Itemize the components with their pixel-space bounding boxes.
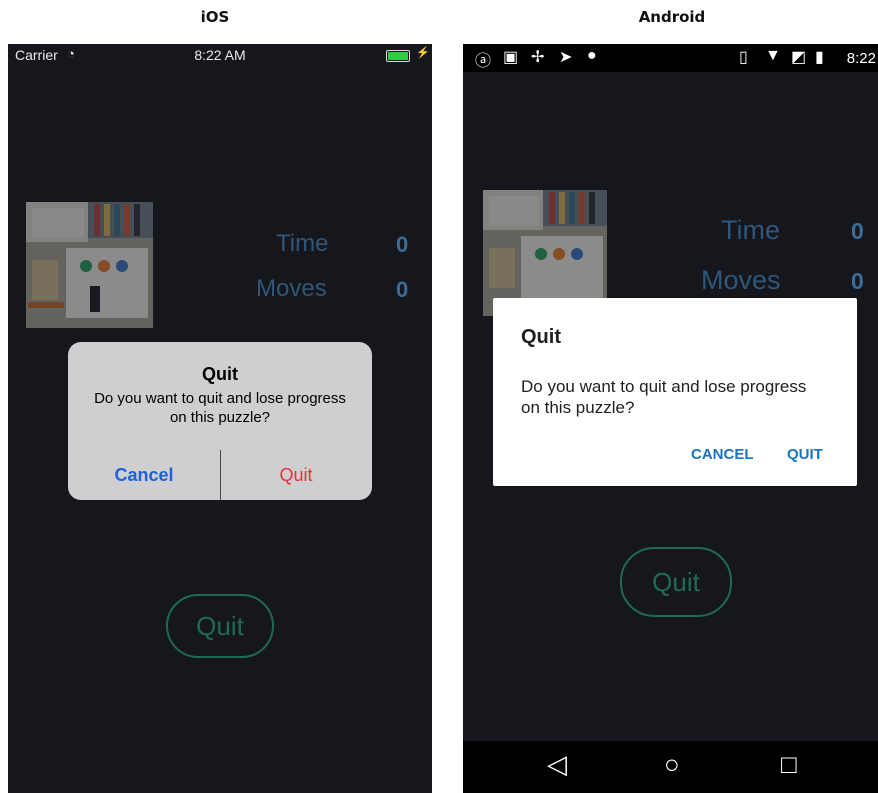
charging-bolt-icon: ⚡	[416, 47, 430, 59]
android-caption: Android	[638, 8, 706, 26]
image-icon: ▣	[503, 49, 519, 66]
time-value: 0	[396, 232, 409, 257]
android-status-bar: ⓐ ▣ ✢ ➤ ● ▯ ▼ ◩ ▮ 8:22	[463, 44, 878, 72]
vibrate-icon: ▯	[739, 49, 748, 66]
status-time: 8:22	[846, 50, 876, 67]
no-sim-icon: ◩	[791, 49, 807, 66]
pinwheel-icon: ✢	[531, 49, 545, 66]
moves-value: 0	[396, 277, 409, 302]
ios-caption: iOS	[200, 8, 230, 26]
time-value: 0	[851, 218, 864, 244]
quit-button[interactable]: Quit	[166, 594, 274, 658]
confirm-quit-button[interactable]: Quit	[220, 450, 372, 500]
battery-charging-icon	[386, 50, 410, 62]
android-icon: ●	[587, 47, 597, 64]
home-icon[interactable]: ○	[664, 749, 680, 780]
ios-status-bar: Carrier ◔ 8:22 AM ⚡	[8, 44, 432, 68]
moves-label: Moves	[256, 275, 327, 302]
alert-message: Do you want to quit and lose progress on…	[94, 390, 346, 426]
ios-screen: Carrier ◔ 8:22 AM ⚡ Time 0 Moves 0 Quit	[8, 44, 432, 793]
android-quit-dialog: Quit Do you want to quit and lose progre…	[493, 298, 857, 486]
alert-title: Quit	[202, 364, 238, 384]
moves-label: Moves	[701, 265, 781, 295]
dialog-message: Do you want to quit and lose progress on…	[521, 377, 807, 417]
time-label: Time	[276, 230, 329, 257]
quit-button[interactable]: Quit	[620, 547, 732, 617]
dialog-title: Quit	[521, 326, 561, 348]
recents-icon[interactable]: □	[781, 749, 797, 780]
app-icon: ⓐ	[475, 53, 492, 70]
confirm-quit-button[interactable]: QUIT	[787, 446, 823, 463]
android-nav-bar: ◁ ○ □	[463, 741, 878, 793]
back-icon[interactable]: ◁	[547, 749, 567, 780]
cancel-button[interactable]: CANCEL	[691, 446, 754, 463]
battery-charging-icon: ▮	[815, 49, 824, 66]
moves-value: 0	[851, 268, 864, 294]
ios-quit-alert: Quit Do you want to quit and lose progre…	[68, 342, 372, 500]
send-icon: ➤	[559, 49, 573, 66]
time-label: Time	[721, 215, 780, 245]
status-time: 8:22 AM	[194, 47, 246, 63]
cancel-button[interactable]: Cancel	[68, 450, 220, 500]
android-screen: ⓐ ▣ ✢ ➤ ● ▯ ▼ ◩ ▮ 8:22 Time 0 Moves 0 Qu…	[463, 44, 878, 793]
wifi-icon: ▼	[765, 47, 781, 64]
puzzle-image	[26, 202, 153, 328]
